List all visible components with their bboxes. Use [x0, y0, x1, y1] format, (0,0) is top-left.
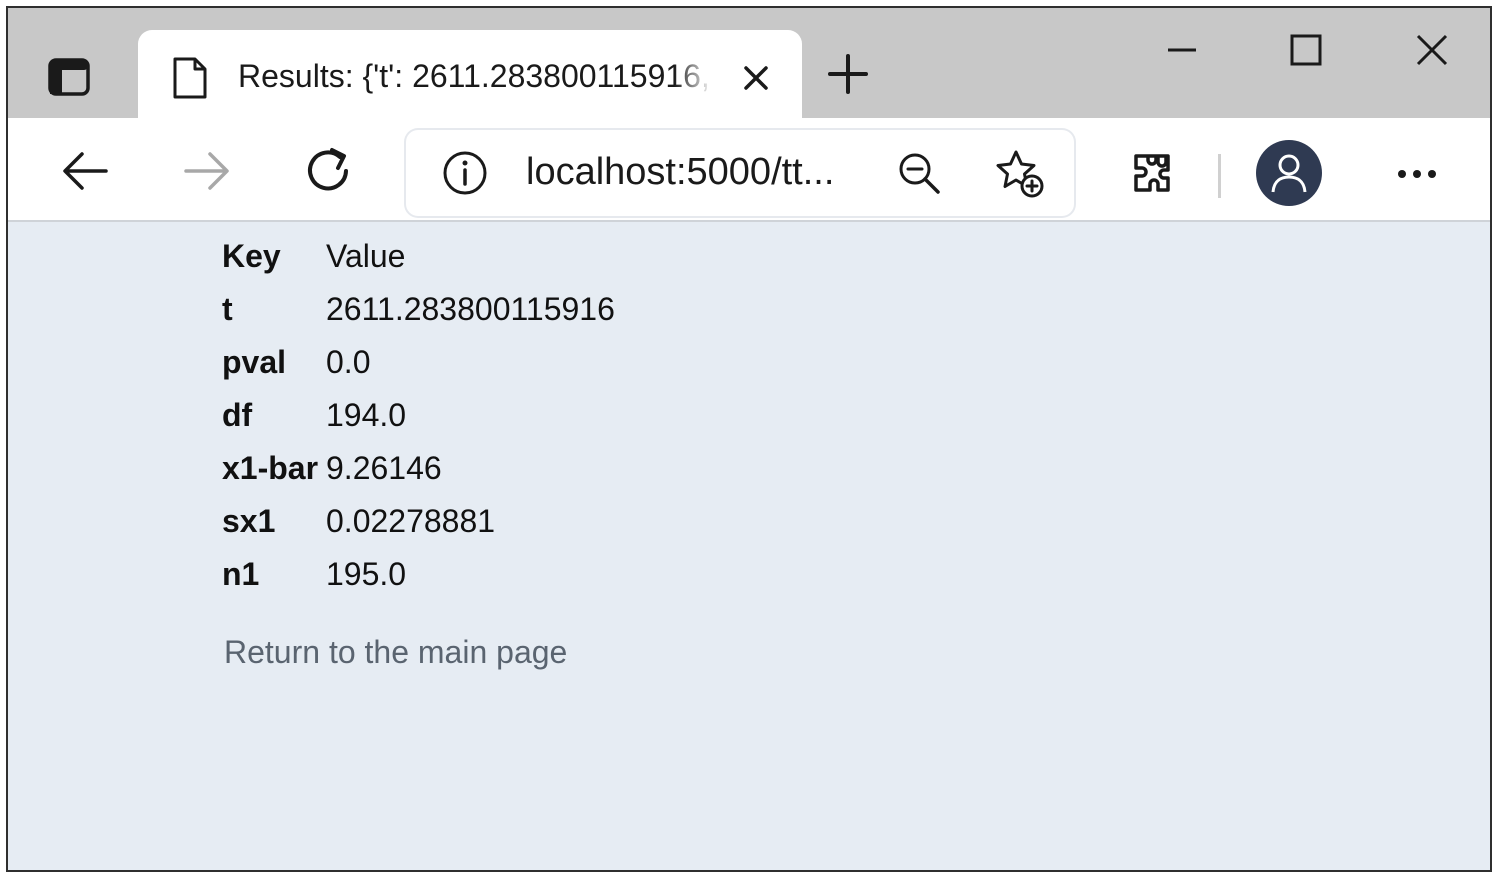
row-key: sx1	[222, 503, 276, 539]
page-content: Key Value t 2611.283800115916 pval 0.0 d…	[8, 222, 1490, 870]
row-key: x1-bar	[222, 450, 319, 486]
navigation-toolbar: localhost:5000/tt...	[8, 118, 1490, 222]
address-bar[interactable]: localhost:5000/tt...	[406, 130, 1074, 216]
favorite-add-icon[interactable]	[992, 146, 1046, 200]
row-value: 194.0	[326, 397, 407, 433]
toolbar-separator	[1218, 154, 1221, 198]
table-row: x1-bar 9.26146	[222, 442, 615, 495]
row-key: n1	[222, 556, 260, 592]
row-value: 9.26146	[326, 450, 442, 486]
active-tab[interactable]: Results: {'t': 2611.283800115916, 'pval'…	[138, 30, 802, 122]
row-key: t	[222, 291, 233, 327]
info-icon[interactable]	[442, 150, 488, 196]
column-header-value: Value	[326, 238, 406, 274]
zoom-out-icon[interactable]	[896, 150, 942, 196]
minimize-icon[interactable]	[1162, 30, 1202, 70]
row-value: 2611.283800115916	[326, 291, 615, 327]
row-value: 0.0	[326, 344, 371, 380]
profile-button[interactable]	[1256, 140, 1322, 206]
browser-window: Results: {'t': 2611.283800115916, 'pval'…	[6, 6, 1492, 872]
sidebar-toggle-button[interactable]	[48, 58, 90, 96]
row-key: df	[222, 397, 253, 433]
results-table: Key Value t 2611.283800115916 pval 0.0 d…	[222, 230, 615, 601]
reload-icon[interactable]	[302, 144, 356, 198]
table-row: pval 0.0	[222, 336, 615, 389]
document-icon	[173, 57, 207, 99]
table-header-row: Key Value	[222, 230, 615, 283]
table-row: sx1 0.02278881	[222, 495, 615, 548]
tab-title: Results: {'t': 2611.283800115916, 'pval'…	[238, 58, 712, 94]
plus-icon[interactable]	[826, 52, 870, 96]
return-to-main-page-link[interactable]: Return to the main page	[224, 634, 567, 671]
table-row: n1 195.0	[222, 548, 615, 601]
forward-arrow-icon	[184, 152, 229, 190]
column-header-key: Key	[222, 238, 281, 274]
row-value: 195.0	[326, 556, 407, 592]
window-close-icon[interactable]	[1412, 30, 1452, 70]
sidebar-icon	[48, 58, 90, 96]
row-key: pval	[222, 344, 287, 380]
tab-strip: Results: {'t': 2611.283800115916, 'pval'…	[8, 8, 1490, 122]
profile-icon	[1271, 154, 1307, 193]
more-icon[interactable]	[1392, 154, 1442, 194]
row-value: 0.02278881	[326, 503, 496, 539]
maximize-icon[interactable]	[1286, 30, 1326, 70]
close-icon[interactable]	[738, 60, 774, 96]
table-row: t 2611.283800115916	[222, 283, 615, 336]
table-row: df 194.0	[222, 389, 615, 442]
back-arrow-icon[interactable]	[58, 144, 112, 198]
extensions-icon[interactable]	[1128, 150, 1176, 198]
url-text[interactable]: localhost:5000/tt...	[526, 148, 856, 196]
